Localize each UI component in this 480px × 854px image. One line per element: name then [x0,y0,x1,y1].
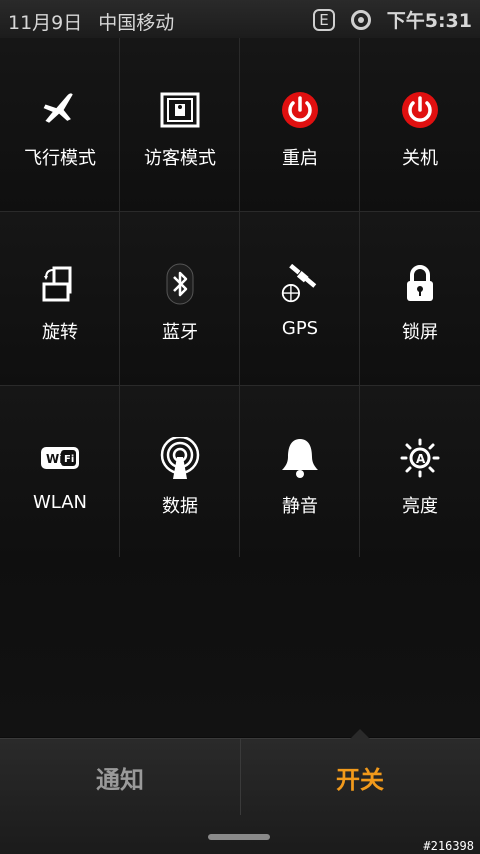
toggle-label: 数据 [162,496,198,517]
antenna-icon [160,437,200,479]
power-icon [400,90,440,130]
bell-icon [280,438,320,478]
toggle-row: 旋转 蓝牙 GPS 锁屏 [0,212,480,386]
toggle-label: GPS [281,318,319,339]
toggle-reboot[interactable]: 重启 [240,38,360,211]
toggle-wlan[interactable]: Wi Fi WLAN [0,386,120,559]
toggle-guest-mode[interactable]: 访客模式 [120,38,240,211]
wifi-icon: Wi Fi [40,438,80,478]
tab-notifications[interactable]: 通知 [0,739,241,815]
toggle-label: 亮度 [402,496,438,517]
network-type-icon: E [313,8,335,31]
svg-text:Wi: Wi [46,452,63,466]
watermark-text: #216398 [423,839,474,853]
toggle-label: 关机 [402,148,438,169]
toggle-row: Wi Fi WLAN 数据 静音 A 亮度 [0,386,480,560]
status-time: 下午5:31 [386,10,472,32]
tab-toggles[interactable]: 开关 [240,739,480,815]
status-date: 11月9日 [8,12,83,34]
bottom-tab-bar: 通知 开关 #216398 [0,729,480,854]
toggle-data[interactable]: 数据 [120,386,240,559]
lock-icon [400,264,440,304]
toggle-label: 锁屏 [402,322,438,343]
svg-text:A: A [416,452,426,466]
brightness-auto-icon: A [400,438,440,478]
empty-panel-area [0,557,480,737]
drag-handle[interactable] [208,834,270,840]
svg-text:Fi: Fi [64,454,74,465]
toggle-airplane-mode[interactable]: 飞行模式 [0,38,120,211]
toggle-label: 访客模式 [144,148,216,169]
toggle-power-off[interactable]: 关机 [360,38,480,211]
toggle-label: 旋转 [42,322,78,343]
gps-satellite-icon [280,264,320,304]
power-icon [280,90,320,130]
status-bar: 11月9日 中国移动 E 下午5:31 [0,0,480,38]
sync-icon [350,9,371,30]
toggle-bluetooth[interactable]: 蓝牙 [120,212,240,385]
toggle-lock-screen[interactable]: 锁屏 [360,212,480,385]
toggle-label: 重启 [282,148,318,169]
toggle-label: WLAN [32,492,88,513]
bluetooth-icon [160,263,200,305]
rotate-icon [40,264,80,304]
toggle-row: 飞行模式 访客模式 重启 关机 [0,38,480,212]
guest-mode-icon [160,90,200,130]
screen: 11月9日 中国移动 E 下午5:31 飞行模式 访客模式 重启 关机 旋转 蓝… [0,0,480,854]
toggle-brightness[interactable]: A 亮度 [360,386,480,559]
toggle-label: 飞行模式 [24,148,96,169]
toggle-gps[interactable]: GPS [240,212,360,385]
toggle-label: 蓝牙 [162,322,198,343]
airplane-icon [40,90,80,130]
toggle-label: 静音 [282,496,318,517]
toggle-rotate[interactable]: 旋转 [0,212,120,385]
toggle-silent[interactable]: 静音 [240,386,360,559]
active-tab-caret-icon [350,729,370,739]
toggle-grid: 飞行模式 访客模式 重启 关机 旋转 蓝牙 GPS 锁屏 Wi Fi WLAN … [0,38,480,560]
status-carrier: 中国移动 [98,12,175,34]
